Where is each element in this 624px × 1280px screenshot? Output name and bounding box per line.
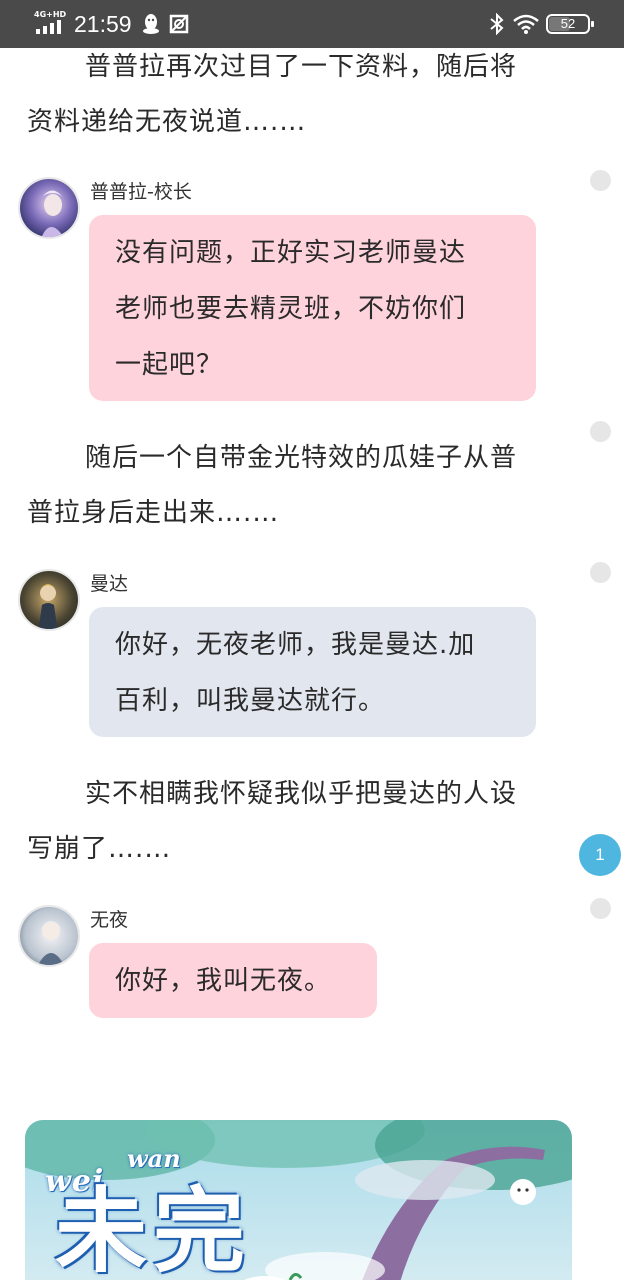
- message-bubble[interactable]: 没有问题，正好实习老师曼达 老师也要去精灵班，不妨你们 一起吧？: [89, 215, 536, 401]
- comment-dot[interactable]: [590, 898, 611, 919]
- narration-line: 写崩了….…: [27, 834, 172, 864]
- narration-paragraph: 随后一个自带金光特效的瓜娃子从普 普拉身后走出来….…: [27, 431, 567, 541]
- avatar[interactable]: [18, 905, 80, 967]
- message-line: 百利，叫我曼达就行。: [115, 686, 386, 716]
- message-line: 一起吧？: [115, 350, 224, 380]
- avatar-image-icon: [20, 907, 78, 965]
- status-time: 21:59: [74, 11, 132, 37]
- wifi-icon: [513, 14, 539, 34]
- banner-pinyin-2: wan: [127, 1144, 181, 1173]
- message-bubble[interactable]: 你好，无夜老师，我是曼达.加 百利，叫我曼达就行。: [89, 607, 536, 737]
- message-bubble[interactable]: 你好，我叫无夜。: [89, 943, 377, 1018]
- message-line: 老师也要去精灵班，不妨你们: [115, 294, 467, 324]
- bluetooth-icon: [490, 13, 504, 35]
- comment-dot[interactable]: [590, 562, 611, 583]
- narration-line: 普普拉再次过目了一下资料，随后将: [85, 52, 518, 82]
- narration-paragraph: 实不相瞒我怀疑我似乎把曼达的人设 写崩了….…: [27, 767, 567, 877]
- battery-icon: 52: [546, 14, 594, 34]
- signal-icon: [36, 20, 61, 34]
- battery-label: 52: [560, 16, 576, 31]
- sender-name: 无夜: [90, 909, 129, 931]
- avatar[interactable]: [18, 569, 80, 631]
- avatar[interactable]: [18, 177, 80, 239]
- message-line: 没有问题，正好实习老师曼达: [115, 238, 467, 268]
- comment-dot[interactable]: [590, 421, 611, 442]
- sender-name: 普普拉-校长: [90, 181, 192, 203]
- qq-icon: [143, 14, 159, 34]
- avatar-image-icon: [20, 179, 78, 237]
- sender-name: 曼达: [90, 573, 129, 595]
- narration-paragraph: 普普拉再次过目了一下资料，随后将 资料递给无夜说道….…: [27, 40, 567, 150]
- comment-dot[interactable]: [590, 170, 611, 191]
- screenshot-icon: [169, 14, 189, 34]
- network-type-label: 4G+HD: [34, 10, 67, 19]
- narration-line: 普拉身后走出来….…: [27, 498, 280, 528]
- narration-line: 资料递给无夜说道….…: [27, 107, 307, 137]
- comment-count-badge[interactable]: 1: [579, 834, 621, 876]
- narration-line: 随后一个自带金光特效的瓜娃子从普: [85, 443, 518, 473]
- message-line: 你好，我叫无夜。: [115, 966, 332, 996]
- to-be-continued-banner: wei wan 未完: [25, 1120, 572, 1280]
- banner-title: 未完: [55, 1177, 252, 1280]
- message-line: 你好，无夜老师，我是曼达.加: [115, 630, 476, 660]
- avatar-image-icon: [20, 571, 78, 629]
- narration-line: 实不相瞒我怀疑我似乎把曼达的人设: [85, 779, 518, 809]
